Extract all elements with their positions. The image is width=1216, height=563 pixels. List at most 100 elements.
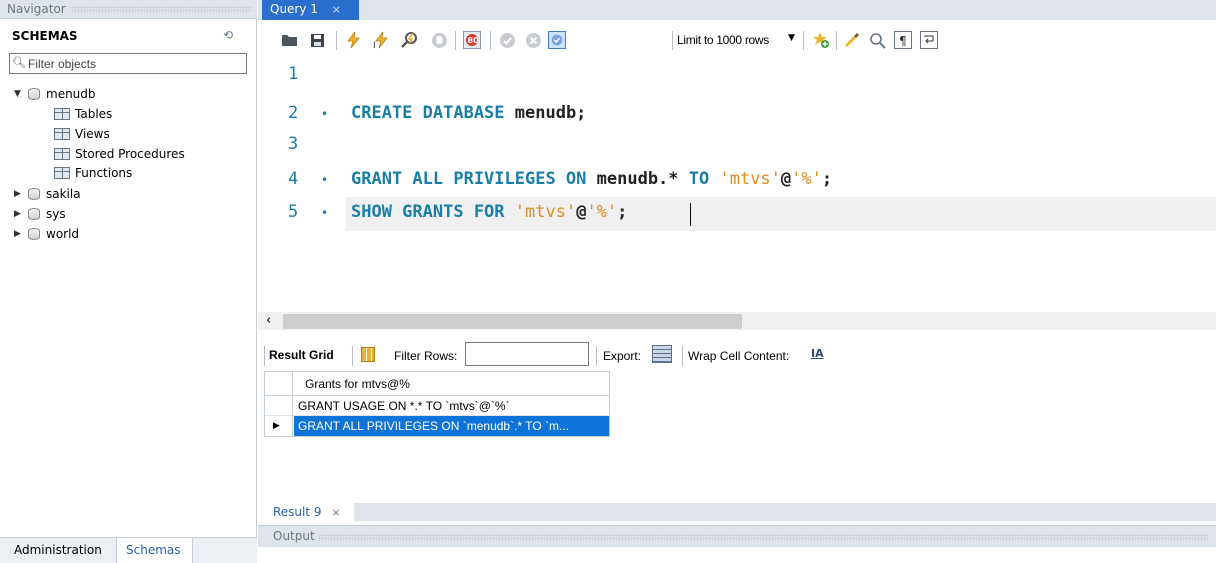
procedure-folder-icon bbox=[54, 148, 70, 160]
schema-sakila[interactable]: ▶ sakila bbox=[14, 184, 81, 204]
word-wrap-icon[interactable] bbox=[920, 31, 938, 49]
tab-schemas[interactable]: Schemas bbox=[116, 538, 193, 563]
toolbar-separator bbox=[455, 31, 456, 50]
result-toolbar: Result Grid Filter Rows: Export: Wrap Ce… bbox=[258, 340, 1216, 371]
sql-identifier: menudb; bbox=[504, 103, 587, 123]
filter-objects-box[interactable]: 🔍︎ bbox=[9, 53, 247, 74]
toolbar-separator bbox=[264, 346, 265, 366]
current-row-marker-icon[interactable]: ▶ bbox=[265, 416, 293, 436]
beautify-icon[interactable] bbox=[843, 31, 861, 49]
find-icon[interactable] bbox=[868, 31, 886, 49]
sql-string: 'mtvs' bbox=[709, 169, 781, 189]
line-number: 5 bbox=[288, 202, 299, 222]
navigator-bottom-tabs: Administration Schemas bbox=[0, 537, 257, 563]
sql-editor[interactable]: 1 2 • CREATE DATABASE menudb; 3 4 • GRAN… bbox=[258, 60, 1216, 312]
tree-item-views[interactable]: Views bbox=[54, 124, 110, 144]
rollback-icon[interactable] bbox=[524, 31, 542, 49]
schema-menudb[interactable]: ▼ menudb bbox=[14, 84, 96, 104]
commit-icon[interactable] bbox=[498, 31, 516, 49]
result-tab-bar: Result 9 × bbox=[258, 503, 1216, 521]
editor-horizontal-scrollbar[interactable]: ‹ bbox=[258, 312, 1216, 330]
sql-keyword: GRANT ALL PRIVILEGES ON bbox=[351, 169, 587, 189]
tab-administration[interactable]: Administration bbox=[10, 541, 106, 559]
header-grip[interactable] bbox=[68, 6, 251, 13]
tree-item-functions[interactable]: Functions bbox=[54, 163, 132, 183]
sql-keyword: TO bbox=[688, 169, 710, 189]
execute-current-statement-icon[interactable]: I bbox=[372, 31, 390, 49]
header-grip[interactable] bbox=[318, 534, 1208, 541]
toolbar-separator bbox=[352, 346, 353, 366]
grid-cell[interactable]: GRANT USAGE ON *.* TO `mtvs`@`%` bbox=[298, 399, 606, 413]
filter-rows-input[interactable] bbox=[465, 342, 589, 366]
expand-triangle-icon[interactable]: ▼ bbox=[14, 89, 24, 99]
grid-view-icon[interactable] bbox=[361, 347, 375, 362]
chevron-down-icon[interactable]: ▼ bbox=[788, 33, 795, 43]
output-panel bbox=[258, 547, 1216, 563]
sql-keyword: SHOW GRANTS FOR bbox=[351, 202, 505, 222]
scroll-left-icon[interactable]: ‹ bbox=[266, 313, 271, 328]
sql-operator: @ bbox=[780, 169, 792, 189]
schema-label: world bbox=[46, 227, 80, 241]
toolbar-separator bbox=[672, 31, 673, 50]
grid-cell[interactable]: GRANT ALL PRIVILEGES ON `menudb`.* TO `m… bbox=[294, 416, 609, 436]
close-icon[interactable]: × bbox=[331, 506, 340, 519]
table-row-selected[interactable]: ▶ GRANT ALL PRIVILEGES ON `menudb`.* TO … bbox=[265, 416, 609, 436]
navigator-title: Navigator bbox=[7, 2, 70, 16]
wrap-cell-content-label: Wrap Cell Content: bbox=[688, 349, 790, 363]
code-line[interactable]: SHOW GRANTS FOR 'mtvs'@'%'; bbox=[351, 202, 627, 222]
wrap-cell-icon[interactable]: IA bbox=[811, 347, 824, 360]
explain-icon[interactable] bbox=[401, 31, 419, 49]
navigator-panel: Navigator SCHEMAS ⟲ 🔍︎ ▼ menudb Tables V… bbox=[0, 0, 257, 563]
output-title: Output bbox=[273, 529, 319, 543]
text-cursor bbox=[690, 203, 691, 226]
code-line[interactable]: CREATE DATABASE menudb; bbox=[351, 103, 586, 123]
column-header[interactable]: Grants for mtvs@% bbox=[305, 377, 410, 391]
row-selector-header[interactable] bbox=[265, 372, 293, 395]
result-grid-button[interactable]: Result Grid bbox=[269, 348, 334, 362]
toolbar-separator bbox=[596, 346, 597, 366]
add-snippet-icon[interactable] bbox=[812, 31, 830, 49]
query-tab-label: Query 1 bbox=[270, 2, 318, 16]
save-icon[interactable] bbox=[308, 31, 326, 49]
tab-result-9[interactable]: Result 9 × bbox=[258, 503, 354, 521]
scrollbar-thumb[interactable] bbox=[283, 314, 742, 329]
toggle-stop-on-error-icon[interactable]: 80 bbox=[463, 31, 481, 49]
collapse-triangle-icon[interactable]: ▶ bbox=[14, 209, 24, 219]
tree-item-label: Functions bbox=[75, 166, 133, 180]
execute-icon[interactable] bbox=[344, 31, 362, 49]
row-selector[interactable] bbox=[265, 396, 293, 416]
toolbar-separator bbox=[682, 346, 683, 366]
tree-item-label: Tables bbox=[75, 107, 113, 121]
toolbar-separator bbox=[836, 31, 837, 50]
limit-rows-select[interactable]: Limit to 1000 rows bbox=[677, 33, 769, 47]
open-folder-icon[interactable] bbox=[280, 31, 298, 49]
refresh-icon[interactable]: ⟲ bbox=[223, 28, 233, 42]
collapse-triangle-icon[interactable]: ▶ bbox=[14, 189, 24, 199]
database-icon bbox=[28, 188, 40, 200]
schemas-label: SCHEMAS bbox=[12, 29, 78, 43]
table-row[interactable]: GRANT USAGE ON *.* TO `mtvs`@`%` bbox=[265, 396, 609, 416]
collapse-triangle-icon[interactable]: ▶ bbox=[14, 229, 24, 239]
schema-world[interactable]: ▶ world bbox=[14, 224, 79, 244]
tree-item-label: Stored Procedures bbox=[75, 147, 185, 161]
tree-item-stored-procedures[interactable]: Stored Procedures bbox=[54, 144, 185, 164]
navigator-header: Navigator bbox=[0, 0, 257, 19]
close-icon[interactable]: × bbox=[332, 3, 341, 16]
stop-icon[interactable] bbox=[430, 31, 448, 49]
export-icon[interactable] bbox=[652, 345, 672, 363]
code-line[interactable]: GRANT ALL PRIVILEGES ON menudb.* TO 'mtv… bbox=[351, 169, 832, 189]
tab-query-1[interactable]: Query 1 × bbox=[262, 0, 359, 20]
sql-terminator: ; bbox=[821, 169, 833, 189]
filter-objects-input[interactable] bbox=[28, 55, 242, 72]
sql-terminator: ; bbox=[617, 202, 628, 222]
toolbar-separator bbox=[336, 31, 337, 50]
autocommit-toggle-icon[interactable] bbox=[548, 31, 566, 49]
result-grid[interactable]: Grants for mtvs@% GRANT USAGE ON *.* TO … bbox=[264, 371, 610, 437]
export-label: Export: bbox=[603, 349, 642, 363]
schema-sys[interactable]: ▶ sys bbox=[14, 204, 66, 224]
svg-text:I: I bbox=[373, 41, 376, 49]
statement-marker: • bbox=[321, 107, 329, 121]
invisible-characters-icon[interactable]: ¶ bbox=[894, 31, 912, 49]
tree-item-tables[interactable]: Tables bbox=[54, 104, 112, 124]
sql-string: '%' bbox=[791, 169, 822, 189]
